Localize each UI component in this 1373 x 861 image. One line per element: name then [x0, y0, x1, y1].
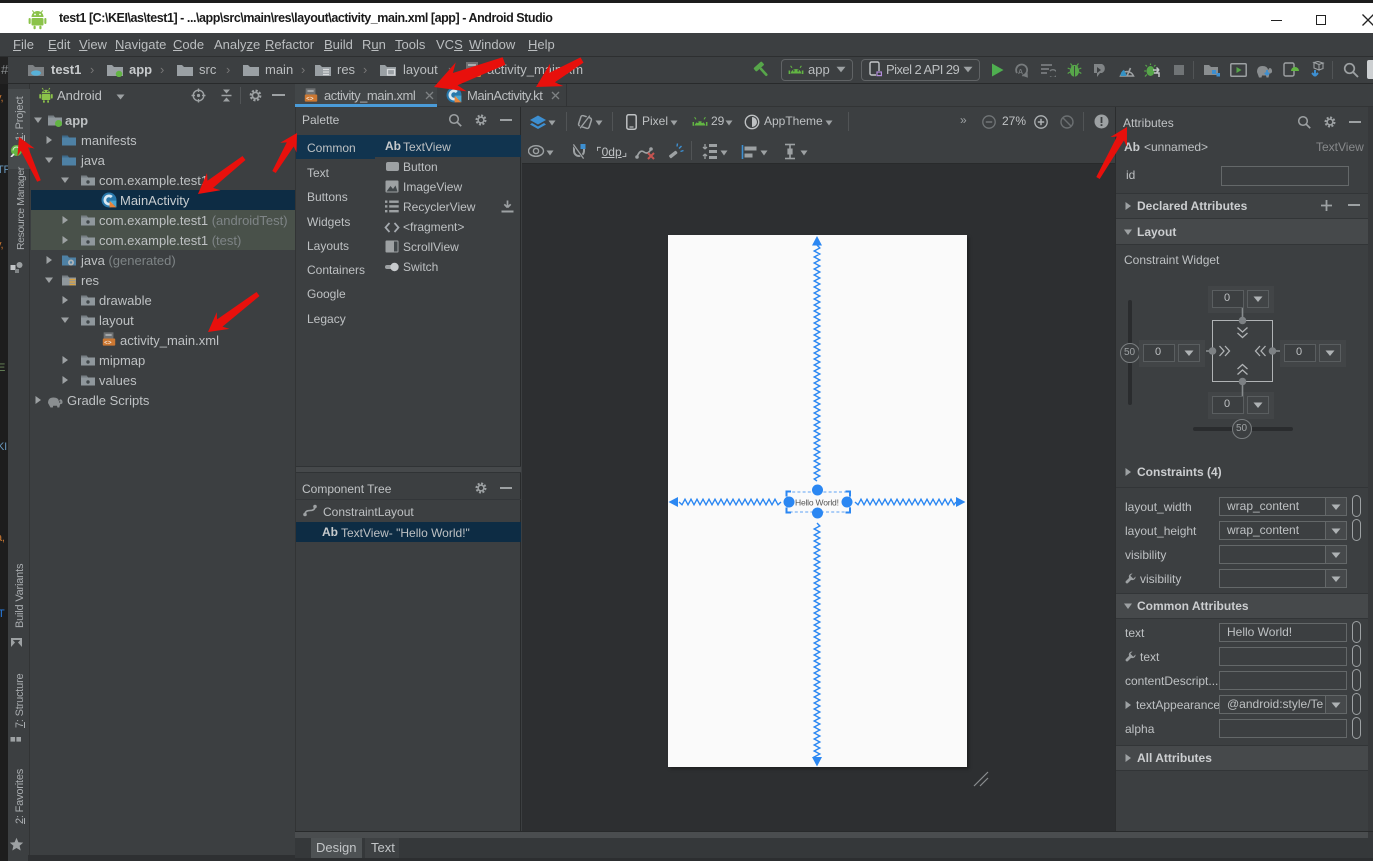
svg-text:Hello World!: Hello World!	[795, 498, 839, 508]
svg-text:<>: <>	[306, 95, 314, 102]
svg-text:A: A	[1018, 69, 1023, 76]
svg-text:<>: <>	[467, 71, 475, 79]
